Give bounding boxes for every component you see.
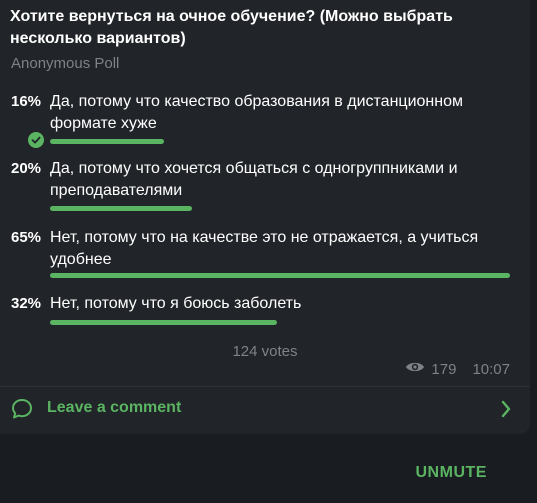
poll-option-bar <box>50 206 192 211</box>
bottom-bar: UNMUTE <box>0 444 537 503</box>
poll-option-percent: 32% <box>11 295 42 312</box>
poll-votes-count[interactable]: 124 votes <box>0 343 530 360</box>
message-time: 10:07 <box>472 360 510 378</box>
poll-option-percent: 16% <box>11 93 42 110</box>
leave-comment-button[interactable]: Leave a comment <box>0 387 530 432</box>
poll-option-bar <box>50 320 277 325</box>
poll-option-bar <box>50 139 164 144</box>
poll-type-label: Anonymous Poll <box>11 55 120 72</box>
poll-message-card: Хотите вернуться на очное обучение? (Мож… <box>0 0 530 434</box>
eye-icon <box>405 360 425 378</box>
message-meta: 179 10:07 <box>405 360 510 378</box>
poll-option-text: Да, потому что качество образования в ди… <box>50 93 463 132</box>
poll-option-percent: 65% <box>11 229 42 246</box>
poll-option-bar <box>50 273 510 278</box>
poll-option-text: Нет, потому что на качестве это не отраж… <box>50 229 479 268</box>
poll-option-text: Нет, потому что я боюсь заболеть <box>50 295 302 312</box>
leave-comment-label: Leave a comment <box>47 399 182 416</box>
views-count: 179 <box>431 360 457 378</box>
check-icon <box>28 132 44 148</box>
comment-bubble-icon <box>10 397 34 426</box>
poll-question: Хотите вернуться на очное обучение? (Мож… <box>10 8 453 47</box>
unmute-button[interactable]: UNMUTE <box>416 464 516 482</box>
poll-option-text: Да, потому что хочется общаться с одногр… <box>50 160 458 199</box>
chevron-right-icon <box>500 399 512 424</box>
poll-option-percent: 20% <box>11 160 42 177</box>
